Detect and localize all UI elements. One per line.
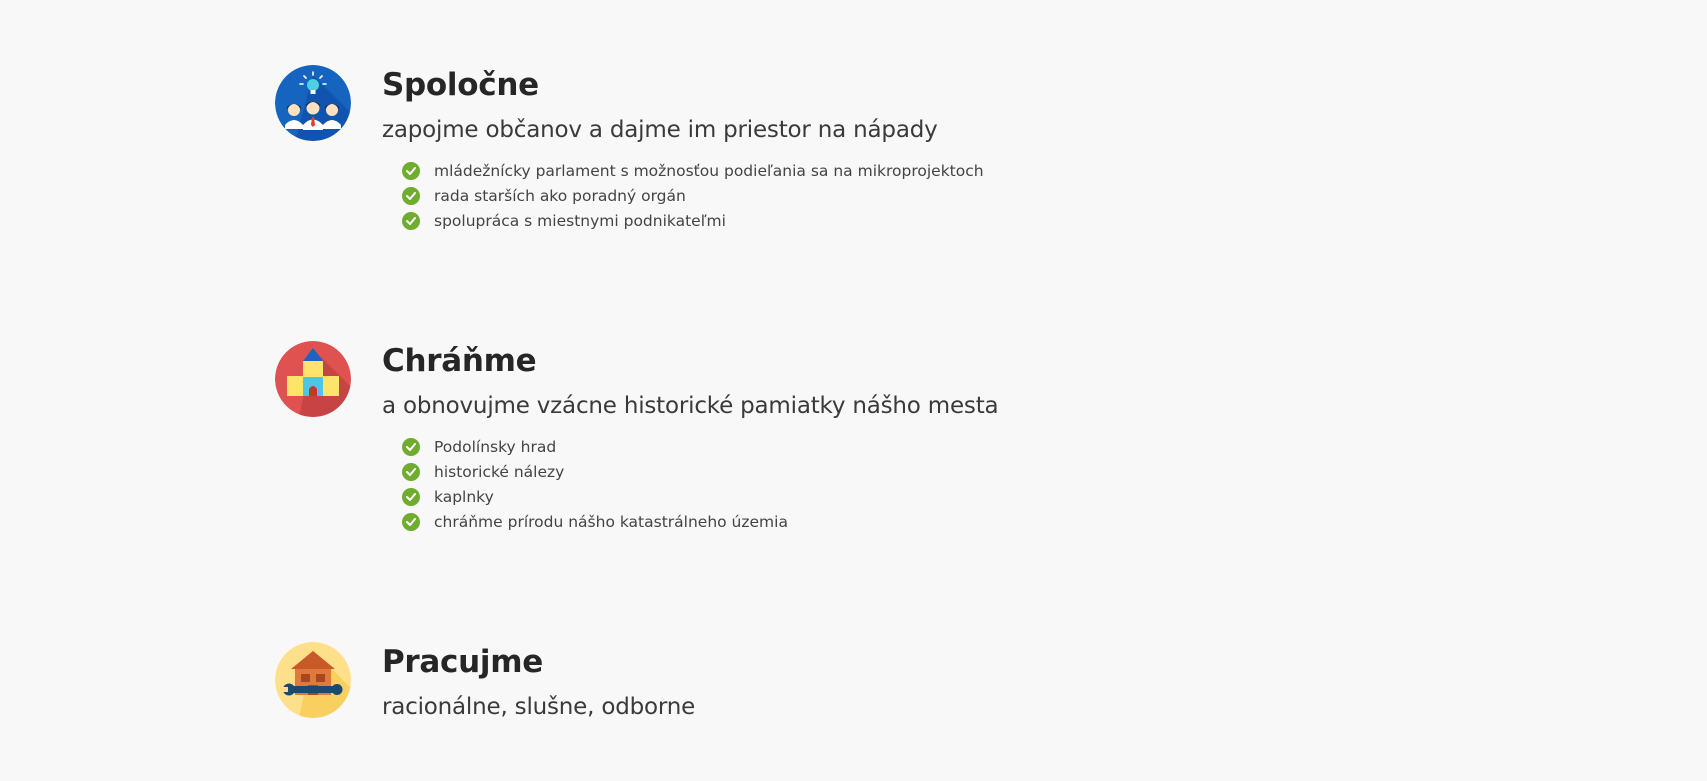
section-subtitle: racionálne, slušne, odborne <box>382 694 696 720</box>
section-title: Chráňme <box>382 343 537 379</box>
check-icon <box>402 186 420 205</box>
section-content: Chráňme a obnovujme vzácne historické pa… <box>382 341 1262 534</box>
list-item: kaplnky <box>402 484 1262 509</box>
list-item-text: chráňme prírodu nášho katastrálneho územ… <box>434 512 788 531</box>
list-item-text: rada starších ako poradný orgán <box>434 186 686 205</box>
list-item: chráňme prírodu nášho katastrálneho územ… <box>402 509 1262 534</box>
section-subtitle: zapojme občanov a dajme im priestor na n… <box>382 117 938 143</box>
check-icon <box>402 437 420 456</box>
section-title: Spoločne <box>382 67 539 103</box>
list-item: rada starších ako poradný orgán <box>402 183 1262 208</box>
castle-icon <box>275 341 351 417</box>
check-icon <box>402 462 420 481</box>
section-content: Spoločne zapojme občanov a dajme im prie… <box>382 65 1262 233</box>
section-title: Pracujme <box>382 644 543 680</box>
list-item-text: spolupráca s miestnymi podnikateľmi <box>434 211 726 230</box>
check-icon <box>402 211 420 230</box>
people-idea-icon <box>275 65 351 141</box>
list-item: historické nálezy <box>402 459 1262 484</box>
list-item-text: Podolínsky hrad <box>434 437 557 456</box>
item-list: mládežnícky parlament s možnosťou podieľ… <box>402 158 1262 233</box>
check-icon <box>402 161 420 180</box>
check-icon <box>402 487 420 506</box>
list-item: spolupráca s miestnymi podnikateľmi <box>402 208 1262 233</box>
house-wrench-icon <box>275 642 351 718</box>
section-content: Pracujme racionálne, slušne, odborne <box>382 642 1262 723</box>
list-item-text: kaplnky <box>434 487 494 506</box>
list-item: mládežnícky parlament s možnosťou podieľ… <box>402 158 1262 183</box>
section-subtitle: a obnovujme vzácne historické pamiatky n… <box>382 393 999 419</box>
list-item: Podolínsky hrad <box>402 434 1262 459</box>
list-item-text: historické nálezy <box>434 462 565 481</box>
check-icon <box>402 512 420 531</box>
list-item-text: mládežnícky parlament s možnosťou podieľ… <box>434 161 984 180</box>
item-list: Podolínsky hrad historické nálezy kaplnk… <box>402 434 1262 534</box>
